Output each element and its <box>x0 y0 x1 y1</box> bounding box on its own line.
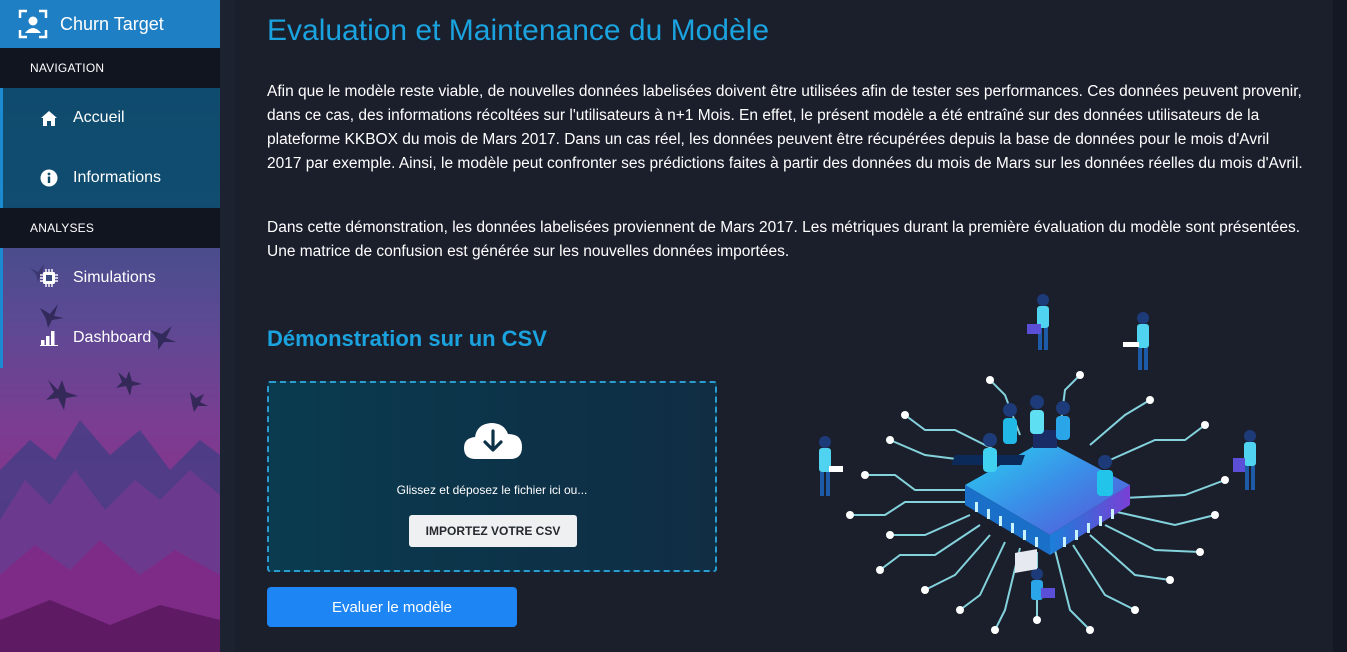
right-gutter <box>1333 0 1347 652</box>
sidebar-item-label: Informations <box>73 169 162 186</box>
main-content: Evaluation et Maintenance du Modèle Afin… <box>235 0 1333 652</box>
bar-chart-icon <box>39 328 59 348</box>
nav-group-analyses: Simulations Dashboard <box>0 248 220 368</box>
section-label-analyses: ANALYSES <box>0 208 220 248</box>
sidebar-item-dashboard[interactable]: Dashboard <box>3 308 220 368</box>
sidebar-item-accueil[interactable]: Accueil <box>3 88 220 148</box>
sidebar: Churn Target NAVIGATION Accueil Informat… <box>0 0 220 652</box>
nav-group-navigation: Accueil Informations <box>0 88 220 208</box>
intro-paragraph: Afin que le modèle reste viable, de nouv… <box>267 83 1303 172</box>
sidebar-item-label: Accueil <box>73 109 125 126</box>
home-icon <box>39 108 59 128</box>
sidebar-item-simulations[interactable]: Simulations <box>3 248 220 308</box>
sidebar-item-label: Simulations <box>73 269 156 286</box>
section-label-navigation: NAVIGATION <box>0 48 220 88</box>
info-circle-icon <box>39 168 59 188</box>
file-dropzone[interactable]: Glissez et déposez le fichier ici ou... … <box>267 381 717 572</box>
user-scan-icon <box>18 9 48 39</box>
chip-icon <box>39 268 59 288</box>
sidebar-item-informations[interactable]: Informations <box>3 148 220 208</box>
dropzone-hint: Glissez et déposez le fichier ici ou... <box>396 483 588 497</box>
import-csv-button[interactable]: IMPORTEZ VOTRE CSV <box>409 515 577 547</box>
page-title: Evaluation et Maintenance du Modèle <box>267 14 770 47</box>
circuit-chip-team-illustration <box>819 294 1256 634</box>
app-name: Churn Target <box>60 13 164 34</box>
cloud-download-icon <box>464 423 522 459</box>
demo-paragraph: Dans cette démonstration, les données la… <box>267 219 1301 260</box>
section-title-csv-demo: Démonstration sur un CSV <box>267 326 547 351</box>
brand-bar[interactable]: Churn Target <box>0 0 220 48</box>
sidebar-item-label: Dashboard <box>73 329 152 346</box>
evaluate-model-button[interactable]: Evaluer le modèle <box>267 587 517 627</box>
